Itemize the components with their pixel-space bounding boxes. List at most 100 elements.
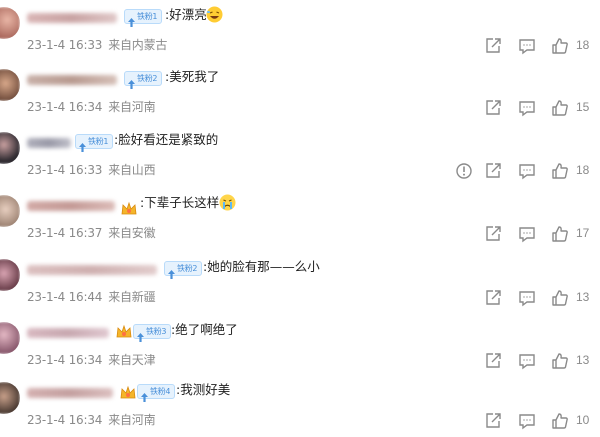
thumbs-up-icon[interactable] — [551, 99, 569, 117]
avatar[interactable] — [0, 195, 20, 227]
avatar[interactable] — [0, 69, 20, 101]
thumbs-up-icon[interactable] — [551, 225, 569, 243]
fan-level-badge[interactable]: 铁粉1 — [75, 134, 114, 152]
like-count: 15 — [576, 100, 590, 114]
thumbs-up-icon[interactable] — [551, 162, 569, 180]
location: 来自河南 — [108, 413, 156, 427]
comment-list: 铁粉1 :好漂亮 23-1-4 16:33 来自内蒙古 18 铁粉2 :美死我了 … — [0, 0, 600, 430]
badge-label: 铁粉3 — [146, 327, 167, 336]
badge-icon — [128, 74, 135, 89]
share-icon[interactable] — [484, 225, 502, 243]
comment-meta: 23-1-4 16:33 来自山西 — [27, 162, 156, 178]
avatar[interactable] — [0, 132, 20, 164]
badge-icon — [141, 387, 148, 402]
username[interactable] — [27, 201, 115, 211]
like-count: 10 — [576, 413, 590, 427]
comment-text: :好漂亮 — [165, 7, 207, 22]
like-count: 17 — [576, 226, 590, 240]
location: 来自河南 — [108, 100, 156, 114]
username[interactable] — [27, 75, 117, 85]
comment-item: 铁粉3 :绝了啊绝了 23-1-4 16:34 来自天津 13 — [0, 315, 600, 377]
badge-icon — [137, 327, 144, 342]
badge-icon — [128, 12, 135, 27]
comment-text: :下辈子长这样 — [140, 195, 220, 210]
badge-label: 铁粉1 — [88, 137, 109, 146]
avatar[interactable] — [0, 7, 20, 39]
timestamp: 23-1-4 16:33 — [27, 38, 103, 52]
location: 来自内蒙古 — [108, 38, 168, 52]
comment-item: :下辈子长这样 23-1-4 16:37 来自安徽 17 — [0, 188, 600, 250]
comment-icon[interactable] — [518, 352, 536, 370]
share-icon[interactable] — [484, 352, 502, 370]
badge-label: 铁粉1 — [137, 12, 158, 21]
like-count: 13 — [576, 353, 590, 367]
timestamp: 23-1-4 16:34 — [27, 100, 103, 114]
timestamp: 23-1-4 16:34 — [27, 413, 103, 427]
fan-level-badge[interactable]: 铁粉2 — [164, 261, 203, 279]
comment-item: 铁粉2 :美死我了 23-1-4 16:34 来自河南 15 — [0, 62, 600, 124]
location: 来自新疆 — [108, 290, 156, 304]
crown-icon — [119, 385, 137, 401]
comment-icon[interactable] — [518, 99, 536, 117]
fan-level-badge[interactable]: 铁粉2 — [124, 71, 163, 89]
username[interactable] — [27, 388, 113, 398]
like-count: 13 — [576, 290, 590, 304]
fan-level-badge[interactable]: 铁粉3 — [133, 324, 172, 342]
crying-emoji-icon — [219, 194, 236, 211]
like-count: 18 — [576, 38, 590, 52]
comment-meta: 23-1-4 16:34 来自河南 — [27, 412, 156, 428]
like-count: 18 — [576, 163, 590, 177]
username[interactable] — [27, 138, 71, 148]
comment-icon[interactable] — [518, 225, 536, 243]
share-icon[interactable] — [484, 37, 502, 55]
comment-meta: 23-1-4 16:37 来自安徽 — [27, 225, 156, 241]
comment-icon[interactable] — [518, 289, 536, 307]
thumbs-up-icon[interactable] — [551, 412, 569, 430]
comment-meta: 23-1-4 16:34 来自河南 — [27, 99, 156, 115]
crown-icon — [120, 201, 138, 217]
username[interactable] — [27, 328, 109, 338]
comment-text: :绝了啊绝了 — [171, 322, 238, 337]
share-icon[interactable] — [484, 99, 502, 117]
comment-item: 铁粉4 :我测好美 23-1-4 16:34 来自河南 10 — [0, 375, 600, 437]
badge-icon — [168, 264, 175, 279]
avatar[interactable] — [0, 382, 20, 414]
comment-text: :我测好美 — [176, 382, 231, 397]
avatar[interactable] — [0, 259, 20, 291]
location: 来自安徽 — [108, 226, 156, 240]
thumbs-up-icon[interactable] — [551, 289, 569, 307]
location: 来自山西 — [108, 163, 156, 177]
comment-item: 铁粉1 :好漂亮 23-1-4 16:33 来自内蒙古 18 — [0, 0, 600, 62]
comment-icon[interactable] — [518, 37, 536, 55]
fan-level-badge[interactable]: 铁粉1 — [124, 9, 163, 27]
comment-meta: 23-1-4 16:34 来自天津 — [27, 352, 156, 368]
comment-item: 铁粉2 :她的脸有那——么小 23-1-4 16:44 来自新疆 13 — [0, 252, 600, 314]
share-icon[interactable] — [484, 412, 502, 430]
location: 来自天津 — [108, 353, 156, 367]
avatar[interactable] — [0, 322, 20, 354]
username[interactable] — [27, 265, 157, 275]
thumbs-up-icon[interactable] — [551, 352, 569, 370]
timestamp: 23-1-4 16:34 — [27, 353, 103, 367]
comment-meta: 23-1-4 16:44 来自新疆 — [27, 289, 156, 305]
fan-level-badge[interactable]: 铁粉4 — [137, 384, 176, 402]
report-icon[interactable] — [455, 162, 473, 180]
comment-icon[interactable] — [518, 412, 536, 430]
thumbs-up-icon[interactable] — [551, 37, 569, 55]
comment-text: :她的脸有那——么小 — [203, 259, 320, 274]
comment-item: 铁粉1 :脸好看还是紧致的 23-1-4 16:33 来自山西 18 — [0, 125, 600, 187]
share-icon[interactable] — [484, 162, 502, 180]
comment-text: :脸好看还是紧致的 — [114, 132, 219, 147]
crown-icon — [115, 324, 133, 340]
badge-icon — [79, 137, 86, 152]
badge-label: 铁粉2 — [177, 264, 198, 273]
badge-label: 铁粉2 — [137, 74, 158, 83]
comment-meta: 23-1-4 16:33 来自内蒙古 — [27, 37, 167, 53]
timestamp: 23-1-4 16:37 — [27, 226, 103, 240]
timestamp: 23-1-4 16:33 — [27, 163, 103, 177]
username[interactable] — [27, 13, 117, 23]
laughing-emoji-icon — [206, 6, 223, 23]
share-icon[interactable] — [484, 289, 502, 307]
timestamp: 23-1-4 16:44 — [27, 290, 103, 304]
comment-icon[interactable] — [518, 162, 536, 180]
